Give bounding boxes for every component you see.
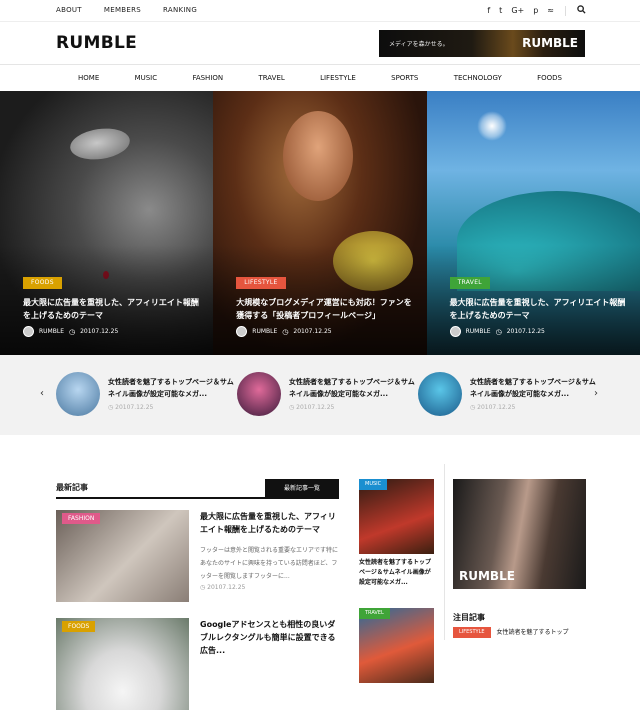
hero-title[interactable]: 最大限に広告量を重視した、アフィリエイト報酬を上げるためのテーマ: [450, 296, 630, 322]
post-meta: RUMBLE ◷ 20107.12.25: [236, 326, 332, 337]
hero-image: [68, 124, 132, 164]
category-badge[interactable]: LIFESTYLE: [453, 627, 491, 638]
carousel-item[interactable]: 女性読者を魅了するトップページ＆サムネイル画像が設定可能なメガ... ◷ 201…: [237, 372, 415, 416]
header-banner-ad[interactable]: メディアを森かせる。 RUMBLE: [379, 30, 585, 57]
post-date: 20107.12.25: [207, 584, 246, 591]
hero-card[interactable]: TRAVEL 最大限に広告量を重視した、アフィリエイト報酬を上げるためのテーマ …: [426, 91, 640, 355]
search-icon[interactable]: [577, 5, 586, 16]
section-title: 最新記事: [56, 483, 88, 492]
hero-title[interactable]: 大規模なブログメディア運営にも対応！ファンを獲得する「投稿者プロフィールページ」: [236, 296, 416, 322]
nav-item-music[interactable]: MUSIC: [135, 74, 158, 82]
post-thumbnail[interactable]: TRAVEL: [359, 608, 434, 683]
hero-featured: FOODS 最大限に広告量を重視した、アフィリエイト報酬を上げるためのテーマ R…: [0, 91, 640, 355]
nav-item-technology[interactable]: TECHNOLOGY: [454, 74, 502, 82]
hero-image: [283, 111, 354, 201]
ad-logo: RUMBLE: [459, 569, 515, 583]
sidebar-ad[interactable]: RUMBLE: [453, 479, 586, 589]
section-header: 最新記事 最新記事一覧: [56, 479, 339, 499]
post-thumbnail[interactable]: MUSIC: [359, 479, 434, 554]
hero-image-detail: [476, 111, 507, 141]
post-thumbnail[interactable]: FOODS: [56, 618, 189, 710]
facebook-icon[interactable]: f: [487, 6, 490, 15]
nav-item-sports[interactable]: SPORTS: [391, 74, 418, 82]
category-badge[interactable]: FASHION: [62, 513, 101, 524]
author-name: RUMBLE: [252, 328, 278, 335]
main-nav: HOME MUSIC FASHION TRAVEL LIFESTYLE SPOR…: [56, 65, 584, 91]
sidebar: RUMBLE 注目記事 LIFESTYLE 女性読者を魅了するトップ: [453, 479, 586, 638]
avatar: [23, 326, 34, 337]
nav-item-home[interactable]: HOME: [78, 74, 99, 82]
top-link-ranking[interactable]: RANKING: [163, 6, 197, 14]
clock-icon: ◷: [69, 327, 76, 336]
category-column: MUSIC 女性読者を魅了するトップページ＆サムネイル画像が設定可能なメガ...…: [359, 479, 434, 683]
post-meta: RUMBLE ◷ 20107.12.25: [449, 326, 545, 337]
author-name: RUMBLE: [465, 328, 491, 335]
post-title[interactable]: Googleアドセンスとも相性の良いダブルレクタングルも簡単に設置できる広告..…: [200, 618, 340, 657]
carousel-title: 女性読者を魅了するトップページ＆サムネイル画像が設定可能なメガ...: [108, 378, 234, 398]
nav-item-foods[interactable]: FOODS: [537, 74, 562, 82]
social-links: f t G+ p ≈: [487, 5, 586, 16]
site-logo[interactable]: RUMBLE: [56, 33, 137, 53]
carousel-thumbnail: [237, 372, 281, 416]
post-date: 20107.12.25: [293, 328, 332, 335]
top-links: ABOUT MEMBERS RANKING: [56, 6, 197, 14]
clock-icon: ◷: [282, 327, 289, 336]
hero-title[interactable]: 最大限に広告量を重視した、アフィリエイト報酬を上げるためのテーマ: [23, 296, 203, 322]
post-excerpt: フッターは意外と閲覧される重要なエリアです特にあなたのサイトに興味を持っている訪…: [200, 547, 339, 580]
category-badge[interactable]: TRAVEL: [449, 277, 490, 289]
hero-card[interactable]: LIFESTYLE 大規模なブログメディア運営にも対応！ファンを獲得する「投稿者…: [213, 91, 427, 355]
category-badge[interactable]: TRAVEL: [359, 608, 390, 619]
divider: [565, 5, 566, 16]
banner-logo: RUMBLE: [522, 36, 578, 50]
twitter-icon[interactable]: t: [499, 6, 502, 15]
divider: [444, 464, 445, 640]
site-header: RUMBLE メディアを森かせる。 RUMBLE: [0, 22, 640, 65]
post-title[interactable]: 最大限に広告量を重視した、アフィリエイト報酬を上げるためのテーマ: [200, 510, 340, 536]
rss-icon[interactable]: ≈: [547, 6, 554, 15]
category-badge[interactable]: LIFESTYLE: [236, 277, 286, 289]
hero-card[interactable]: FOODS 最大限に広告量を重視した、アフィリエイト報酬を上げるためのテーマ R…: [0, 91, 214, 355]
top-bar: ABOUT MEMBERS RANKING f t G+ p ≈: [0, 0, 640, 22]
post-date: 20107.12.25: [80, 328, 119, 335]
top-link-members[interactable]: MEMBERS: [104, 6, 141, 14]
latest-posts: 最新記事 最新記事一覧 FASHION 最大限に広告量を重視した、アフィリエイト…: [56, 479, 339, 723]
avatar: [449, 326, 461, 337]
clock-icon: ◷: [495, 327, 502, 336]
post-date: 20107.12.25: [477, 404, 516, 411]
post-item[interactable]: FASHION 最大限に広告量を重視した、アフィリエイト報酬を上げるためのテーマ…: [56, 510, 339, 615]
banner-tagline: メディアを森かせる。: [389, 41, 449, 48]
avatar: [236, 326, 248, 337]
author-name: RUMBLE: [39, 328, 64, 335]
carousel-thumbnail: [418, 372, 462, 416]
carousel-thumbnail: [56, 372, 100, 416]
carousel-item[interactable]: 女性読者を魅了するトップページ＆サムネイル画像が設定可能なメガ... ◷ 201…: [418, 372, 596, 416]
sidebar-item[interactable]: LIFESTYLE 女性読者を魅了するトップ: [453, 627, 586, 638]
view-all-button[interactable]: 最新記事一覧: [265, 479, 339, 499]
category-badge[interactable]: MUSIC: [359, 479, 388, 490]
post-thumbnail[interactable]: FASHION: [56, 510, 189, 602]
post-meta: RUMBLE ◷ 20107.12.25: [23, 326, 118, 337]
sidebar-item-title[interactable]: 女性読者を魅了するトップ: [497, 627, 569, 638]
google-plus-icon[interactable]: G+: [511, 6, 524, 15]
category-badge[interactable]: FOODS: [62, 621, 96, 632]
post-date: 20107.12.25: [115, 404, 154, 411]
post-date: 20107.12.25: [296, 404, 335, 411]
post-item[interactable]: FOODS Googleアドセンスとも相性の良いダブルレクタングルも簡単に設置で…: [56, 618, 339, 723]
post-carousel: ‹ 女性読者を魅了するトップページ＆サムネイル画像が設定可能なメガ... ◷ 2…: [0, 355, 640, 435]
sidebar-heading: 注目記事: [453, 613, 485, 622]
chevron-right-icon[interactable]: ›: [594, 388, 598, 399]
nav-item-fashion[interactable]: FASHION: [192, 74, 223, 82]
carousel-item[interactable]: 女性読者を魅了するトップページ＆サムネイル画像が設定可能なメガ... ◷ 201…: [56, 372, 234, 416]
category-badge[interactable]: FOODS: [23, 277, 62, 289]
chevron-left-icon[interactable]: ‹: [40, 388, 44, 399]
top-link-about[interactable]: ABOUT: [56, 6, 82, 14]
carousel-title: 女性読者を魅了するトップページ＆サムネイル画像が設定可能なメガ...: [289, 378, 415, 398]
nav-item-lifestyle[interactable]: LIFESTYLE: [320, 74, 356, 82]
nav-item-travel[interactable]: TRAVEL: [258, 74, 284, 82]
carousel-title: 女性読者を魅了するトップページ＆サムネイル画像が設定可能なメガ...: [470, 378, 596, 398]
post-title[interactable]: 女性読者を魅了するトップページ＆サムネイル画像が設定可能なメガ...: [359, 558, 434, 598]
pinterest-icon[interactable]: p: [533, 6, 538, 15]
post-date: 20107.12.25: [506, 328, 545, 335]
